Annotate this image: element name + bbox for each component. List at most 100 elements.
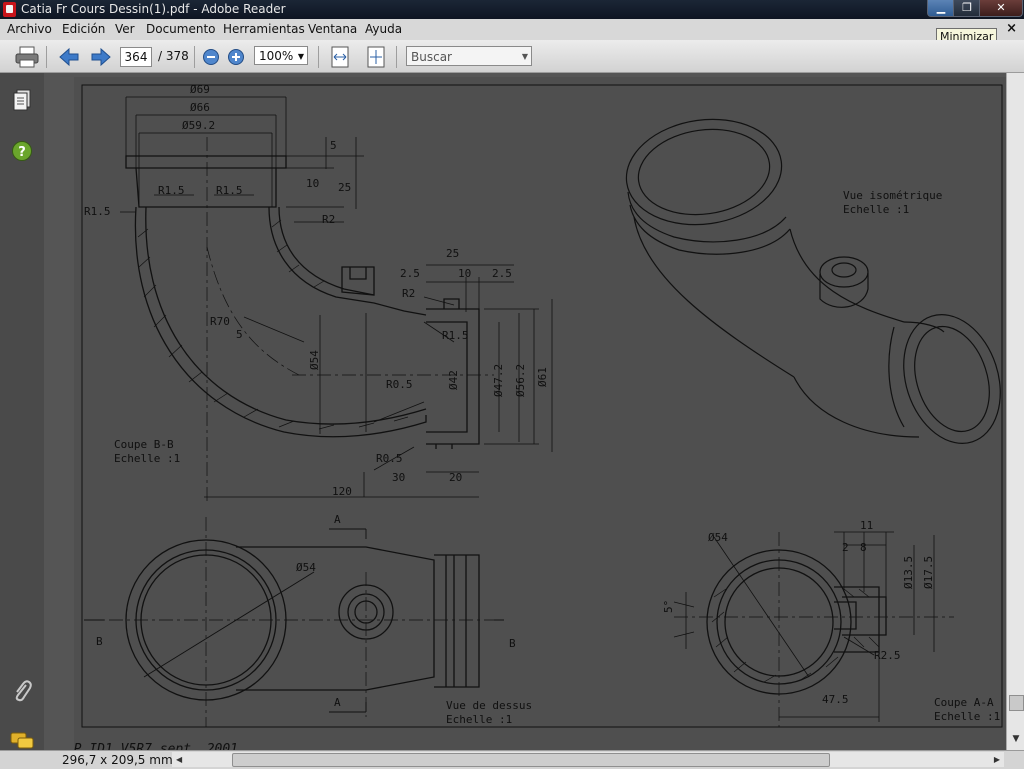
- dim-label: 5°: [662, 600, 675, 613]
- menu-bar: Archivo Edición Ver Documento Herramient…: [0, 19, 1024, 40]
- view-title: Vue de dessus: [446, 699, 532, 712]
- dim-label: Ø54: [296, 561, 316, 574]
- page-number-input[interactable]: 364: [120, 47, 152, 67]
- document-view[interactable]: Ø69 Ø66 Ø59.2 5 10 25 R1.5 R1.5 R1.5 R2 …: [44, 73, 1006, 750]
- search-input[interactable]: Buscar ▼: [406, 46, 532, 66]
- dim-label: 5: [330, 139, 337, 152]
- fit-page-icon[interactable]: [366, 46, 386, 68]
- scroll-right-icon[interactable]: ▶: [994, 752, 1000, 767]
- dim-label: 25: [446, 247, 459, 260]
- dim-label: Ø59.2: [182, 119, 215, 132]
- menu-archivo[interactable]: Archivo: [7, 22, 52, 36]
- view-scale: Echelle :1: [446, 713, 512, 726]
- radius-label: R1.5: [158, 184, 185, 197]
- radius-label: R2: [402, 287, 415, 300]
- radius-label: R0.5: [386, 378, 413, 391]
- scrollbar-thumb[interactable]: [232, 753, 830, 767]
- view-title: Coupe B-B: [114, 438, 174, 451]
- horizontal-scrollbar[interactable]: ◀ ▶: [172, 752, 1004, 767]
- dim-label: Ø42: [447, 370, 460, 390]
- toolbar-separator: [194, 46, 195, 68]
- close-button[interactable]: ✕: [979, 0, 1023, 17]
- pages-panel-icon[interactable]: [12, 89, 32, 111]
- dim-label: Ø54: [308, 350, 321, 370]
- status-bar: 296,7 x 209,5 mm ◀ ▶: [0, 750, 1024, 769]
- print-icon[interactable]: [14, 46, 40, 68]
- radius-label: R1.5: [216, 184, 243, 197]
- section-marker: A: [334, 513, 341, 526]
- dim-label: Ø13.5: [902, 556, 915, 589]
- toolbar: 364 / 378 100% ▼ Buscar ▼: [0, 40, 1024, 73]
- zoom-value: 100%: [259, 49, 294, 63]
- toolbar-separator: [396, 46, 397, 68]
- previous-page-icon[interactable]: [58, 47, 80, 67]
- title-bar: Catia Fr Cours Dessin(1).pdf - Adobe Rea…: [0, 0, 1024, 19]
- menu-ventana[interactable]: Ventana: [308, 22, 357, 36]
- dim-label: 2.5: [492, 267, 512, 280]
- dim-label: 10: [458, 267, 471, 280]
- close-icon: ✕: [996, 1, 1006, 14]
- view-scale: Echelle :1: [114, 452, 180, 465]
- close-document-icon[interactable]: ×: [1006, 21, 1017, 36]
- minimize-icon: ▁: [936, 1, 946, 14]
- view-title: Vue isométrique: [843, 189, 942, 202]
- navigation-pane: ?: [0, 73, 45, 750]
- section-marker: B: [509, 637, 516, 650]
- dim-label: 30: [392, 471, 405, 484]
- zoom-in-icon[interactable]: [227, 48, 245, 66]
- help-icon[interactable]: ?: [11, 140, 33, 162]
- zoom-select[interactable]: 100% ▼: [254, 46, 308, 65]
- next-page-icon[interactable]: [90, 47, 112, 67]
- dim-label: 25: [338, 181, 351, 194]
- dim-label: Ø66: [190, 101, 210, 114]
- svg-text:?: ?: [18, 145, 26, 160]
- menu-herramientas[interactable]: Herramientas: [223, 22, 305, 36]
- dim-label: Ø54: [708, 531, 728, 544]
- chevron-down-icon[interactable]: ▼: [522, 47, 528, 67]
- dim-label: 20: [449, 471, 462, 484]
- scrollbar-thumb[interactable]: [1009, 695, 1024, 711]
- zoom-out-icon[interactable]: [202, 48, 220, 66]
- menu-ayuda[interactable]: Ayuda: [365, 22, 402, 36]
- dim-label: 2: [842, 541, 849, 554]
- view-scale: Echelle :1: [843, 203, 909, 216]
- comments-icon[interactable]: [10, 731, 34, 751]
- menu-documento[interactable]: Documento: [146, 22, 216, 36]
- dim-label: Ø69: [190, 83, 210, 96]
- view-scale: Echelle :1: [934, 710, 1000, 723]
- menu-edicion[interactable]: Edición: [62, 22, 105, 36]
- scroll-down-icon[interactable]: ▼: [1007, 729, 1024, 749]
- radius-label: R0.5: [376, 452, 403, 465]
- search-placeholder: Buscar: [411, 50, 452, 64]
- minimize-button[interactable]: ▁: [927, 0, 955, 17]
- attachments-icon[interactable]: [11, 679, 33, 703]
- window-title: Catia Fr Cours Dessin(1).pdf - Adobe Rea…: [21, 2, 286, 16]
- dim-label: 8: [860, 541, 867, 554]
- dim-label: 5: [236, 328, 243, 341]
- scroll-left-icon[interactable]: ◀: [176, 752, 182, 767]
- radius-label: R70: [210, 315, 230, 328]
- toolbar-separator: [318, 46, 319, 68]
- radius-label: R2: [322, 213, 335, 226]
- maximize-button[interactable]: ❐: [953, 0, 981, 17]
- dim-label: 11: [860, 519, 873, 532]
- dim-label: 10: [306, 177, 319, 190]
- fit-width-icon[interactable]: [330, 46, 350, 68]
- dim-label: Ø61: [536, 367, 549, 387]
- technical-drawing: Ø69 Ø66 Ø59.2 5 10 25 R1.5 R1.5 R1.5 R2 …: [74, 83, 1003, 750]
- restore-icon: ❐: [962, 1, 972, 14]
- dim-label: 47.5: [822, 693, 849, 706]
- adobe-reader-icon: [3, 2, 16, 17]
- section-marker: A: [334, 696, 341, 709]
- radius-label: R1.5: [442, 329, 469, 342]
- radius-label: R2.5: [874, 649, 901, 662]
- chevron-down-icon: ▼: [297, 52, 304, 61]
- menu-ver[interactable]: Ver: [115, 22, 135, 36]
- page-size: 296,7 x 209,5 mm: [62, 753, 173, 767]
- radius-label: R1.5: [84, 205, 111, 218]
- page-footer: GDP ID1 V5R7 sept. 2001: [74, 742, 238, 750]
- vertical-scrollbar[interactable]: ▼: [1006, 73, 1024, 750]
- page-total: / 378: [158, 49, 189, 63]
- toolbar-separator: [46, 46, 47, 68]
- dim-label: Ø56.2: [514, 364, 527, 397]
